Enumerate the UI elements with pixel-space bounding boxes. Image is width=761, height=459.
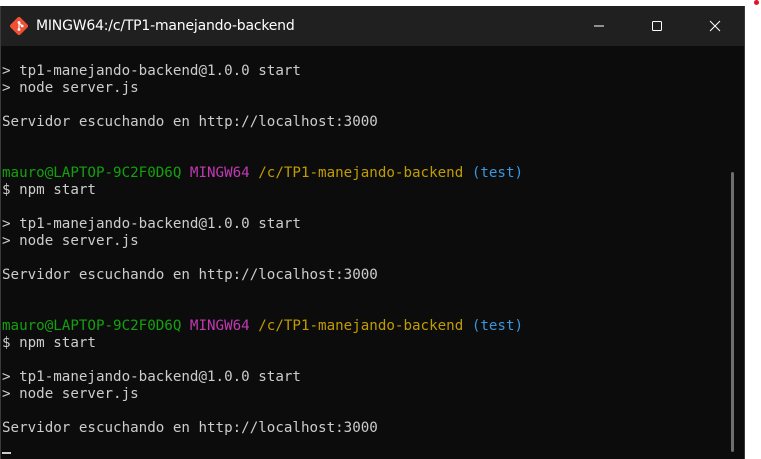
- text-cursor: [2, 452, 11, 454]
- window-title: MINGW64:/c/TP1-manejando-backend: [36, 18, 295, 34]
- title-bar[interactable]: MINGW64:/c/TP1-manejando-backend: [1, 6, 744, 46]
- output-line: Servidor escuchando en http://localhost:…: [2, 114, 378, 130]
- output-line: > node server.js: [2, 80, 139, 96]
- output-line: > tp1-manejando-backend@1.0.0 start: [2, 216, 301, 232]
- prompt-path: /c/TP1-manejando-backend: [258, 165, 464, 181]
- output-line: $ npm start: [2, 182, 96, 198]
- prompt-user: mauro@LAPTOP-9C2F0D6Q: [2, 165, 182, 181]
- terminal-window: MINGW64:/c/TP1-manejando-backend > tp1-m…: [0, 6, 745, 459]
- output-line: > node server.js: [2, 386, 139, 402]
- cursor-line: [2, 437, 730, 454]
- prompt-line: mauro@LAPTOP-9C2F0D6Q MINGW64 /c/TP1-man…: [2, 318, 730, 335]
- output-line: > tp1-manejando-backend@1.0.0 start: [2, 369, 301, 385]
- background-notification-dot: [754, 0, 759, 5]
- maximize-icon: [651, 17, 663, 36]
- prompt-branch: (test): [471, 318, 524, 334]
- output-line: $ npm start: [2, 335, 96, 351]
- terminal-output[interactable]: > tp1-manejando-backend@1.0.0 start > nod…: [2, 46, 730, 459]
- vertical-scrollbar[interactable]: [731, 172, 734, 452]
- output-line: > node server.js: [2, 233, 139, 249]
- output-line: Servidor escuchando en http://localhost:…: [2, 420, 378, 436]
- prompt-user: mauro@LAPTOP-9C2F0D6Q: [2, 318, 182, 334]
- maximize-button[interactable]: [628, 6, 686, 46]
- window-controls: [570, 6, 744, 46]
- git-bash-icon: [10, 17, 28, 35]
- prompt-line: mauro@LAPTOP-9C2F0D6Q MINGW64 /c/TP1-man…: [2, 165, 730, 182]
- prompt-path: /c/TP1-manejando-backend: [258, 318, 464, 334]
- close-icon: [709, 17, 721, 36]
- prompt-env: MINGW64: [189, 165, 250, 181]
- output-line: > tp1-manejando-backend@1.0.0 start: [2, 63, 301, 79]
- output-line: Servidor escuchando en http://localhost:…: [2, 267, 378, 283]
- prompt-branch: (test): [471, 165, 524, 181]
- close-button[interactable]: [686, 6, 744, 46]
- minimize-icon: [593, 17, 605, 36]
- prompt-env: MINGW64: [189, 318, 250, 334]
- minimize-button[interactable]: [570, 6, 628, 46]
